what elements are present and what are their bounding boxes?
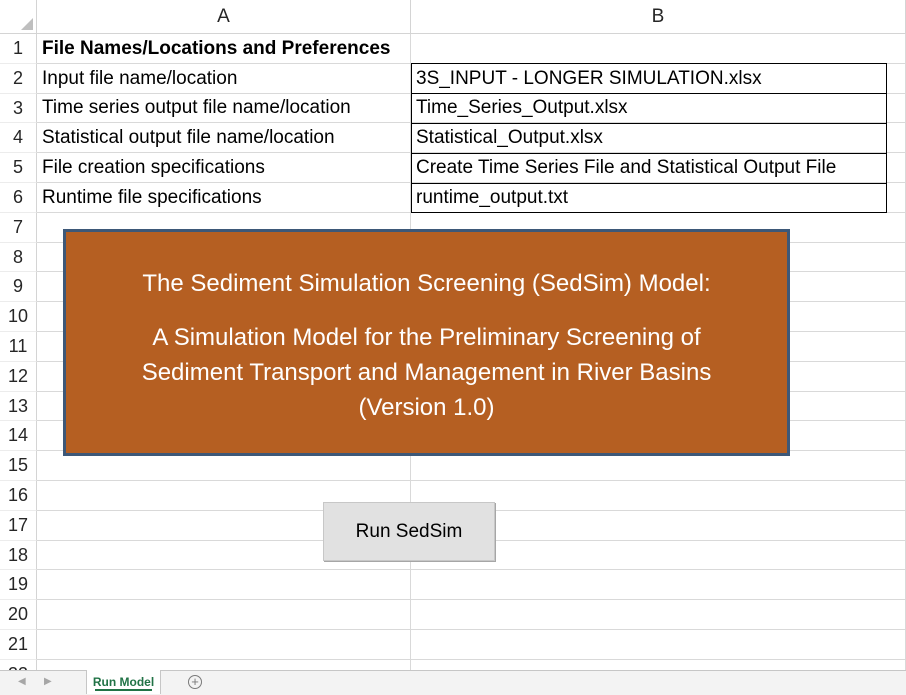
cell-b[interactable]: Statistical_Output.xlsx [411,123,906,153]
column-header-a[interactable]: A [37,0,411,34]
row-header[interactable]: 2 [0,64,37,94]
row-header[interactable]: 7 [0,213,37,243]
sheet-row: Time series output file name/location Tim… [37,94,906,123]
row-header[interactable]: 5 [0,153,37,183]
column-header-b[interactable]: B [411,0,906,34]
cell-b[interactable] [411,630,906,660]
cell-b[interactable]: runtime_output.txt [411,183,906,213]
row-header[interactable]: 14 [0,421,37,451]
sheet-row: File Names/Locations and Preferences [37,34,906,64]
row-header[interactable]: 19 [0,570,37,600]
row-header[interactable]: 10 [0,302,37,332]
cell-b[interactable] [411,570,906,600]
cell-a[interactable] [37,600,411,630]
tab-scroll-right-icon[interactable]: ▶ [44,676,52,687]
cell-a[interactable]: Input file name/location [37,64,411,94]
sheet-tab-bar: ◀ ▶ Run Model + [0,670,906,695]
sheet-tab-run-model[interactable]: Run Model [86,670,161,694]
cell-a[interactable] [37,570,411,600]
banner-subtitle: A Simulation Model for the Preliminary S… [66,320,787,425]
cell-b[interactable]: Time_Series_Output.xlsx [411,94,906,123]
sheet-row: Runtime file specifications runtime_outpu… [37,183,906,213]
cell-b[interactable] [411,660,906,670]
cell-a[interactable]: File Names/Locations and Preferences [37,34,411,64]
run-sedsim-button[interactable]: Run SedSim [323,502,495,561]
select-all-triangle-icon [21,18,33,30]
plus-circle-icon[interactable]: + [188,675,202,689]
row-header[interactable]: 16 [0,481,37,511]
row-header[interactable]: 13 [0,392,37,421]
cell-a[interactable] [37,630,411,660]
sheet-row: File creation specifications Create Time … [37,153,906,183]
cell-b[interactable] [411,34,906,64]
row-header[interactable]: 3 [0,94,37,123]
banner-subtitle-line-2: Sediment Transport and Management in Riv… [141,359,712,386]
row-header[interactable]: 18 [0,541,37,570]
row-header[interactable]: 1 [0,34,37,64]
select-all-corner[interactable] [0,0,37,34]
row-header[interactable]: 4 [0,123,37,153]
cell-a[interactable]: Statistical output file name/location [37,123,411,153]
tab-scroll-left-icon[interactable]: ◀ [18,676,26,687]
cell-b[interactable]: 3S_INPUT - LONGER SIMULATION.xlsx [411,64,906,94]
banner-title: The Sediment Simulation Screening (SedSi… [142,270,711,297]
cell-b[interactable]: Create Time Series File and Statistical … [411,153,906,183]
row-header[interactable]: 9 [0,272,37,302]
row-header[interactable]: 20 [0,600,37,630]
row-header[interactable]: 6 [0,183,37,213]
cell-a[interactable]: Time series output file name/location [37,94,411,123]
cell-a[interactable]: Runtime file specifications [37,183,411,213]
row-header[interactable]: 21 [0,630,37,660]
row-header[interactable]: 8 [0,243,37,272]
sheet-row [37,630,906,660]
sheet-row [37,660,906,670]
cell-a[interactable] [37,660,411,670]
active-tab-underline [95,689,152,691]
sheet-row: Statistical output file name/location Sta… [37,123,906,153]
banner-version: (Version 1.0) [358,394,495,421]
banner-subtitle-line-1: A Simulation Model for the Preliminary S… [152,324,701,351]
row-header[interactable]: 12 [0,362,37,392]
sheet-row [37,600,906,630]
sedsim-title-banner: The Sediment Simulation Screening (SedSi… [63,229,790,456]
row-header[interactable]: 11 [0,332,37,362]
cell-b[interactable] [411,600,906,630]
cell-a[interactable]: File creation specifications [37,153,411,183]
sheet-row: Input file name/location 3S_INPUT - LONGE… [37,64,906,94]
sheet-tab-label: Run Model [92,675,155,689]
row-header[interactable]: 22 [0,660,37,670]
row-header[interactable]: 17 [0,511,37,541]
row-header[interactable]: 15 [0,451,37,481]
sheet-row [37,570,906,600]
